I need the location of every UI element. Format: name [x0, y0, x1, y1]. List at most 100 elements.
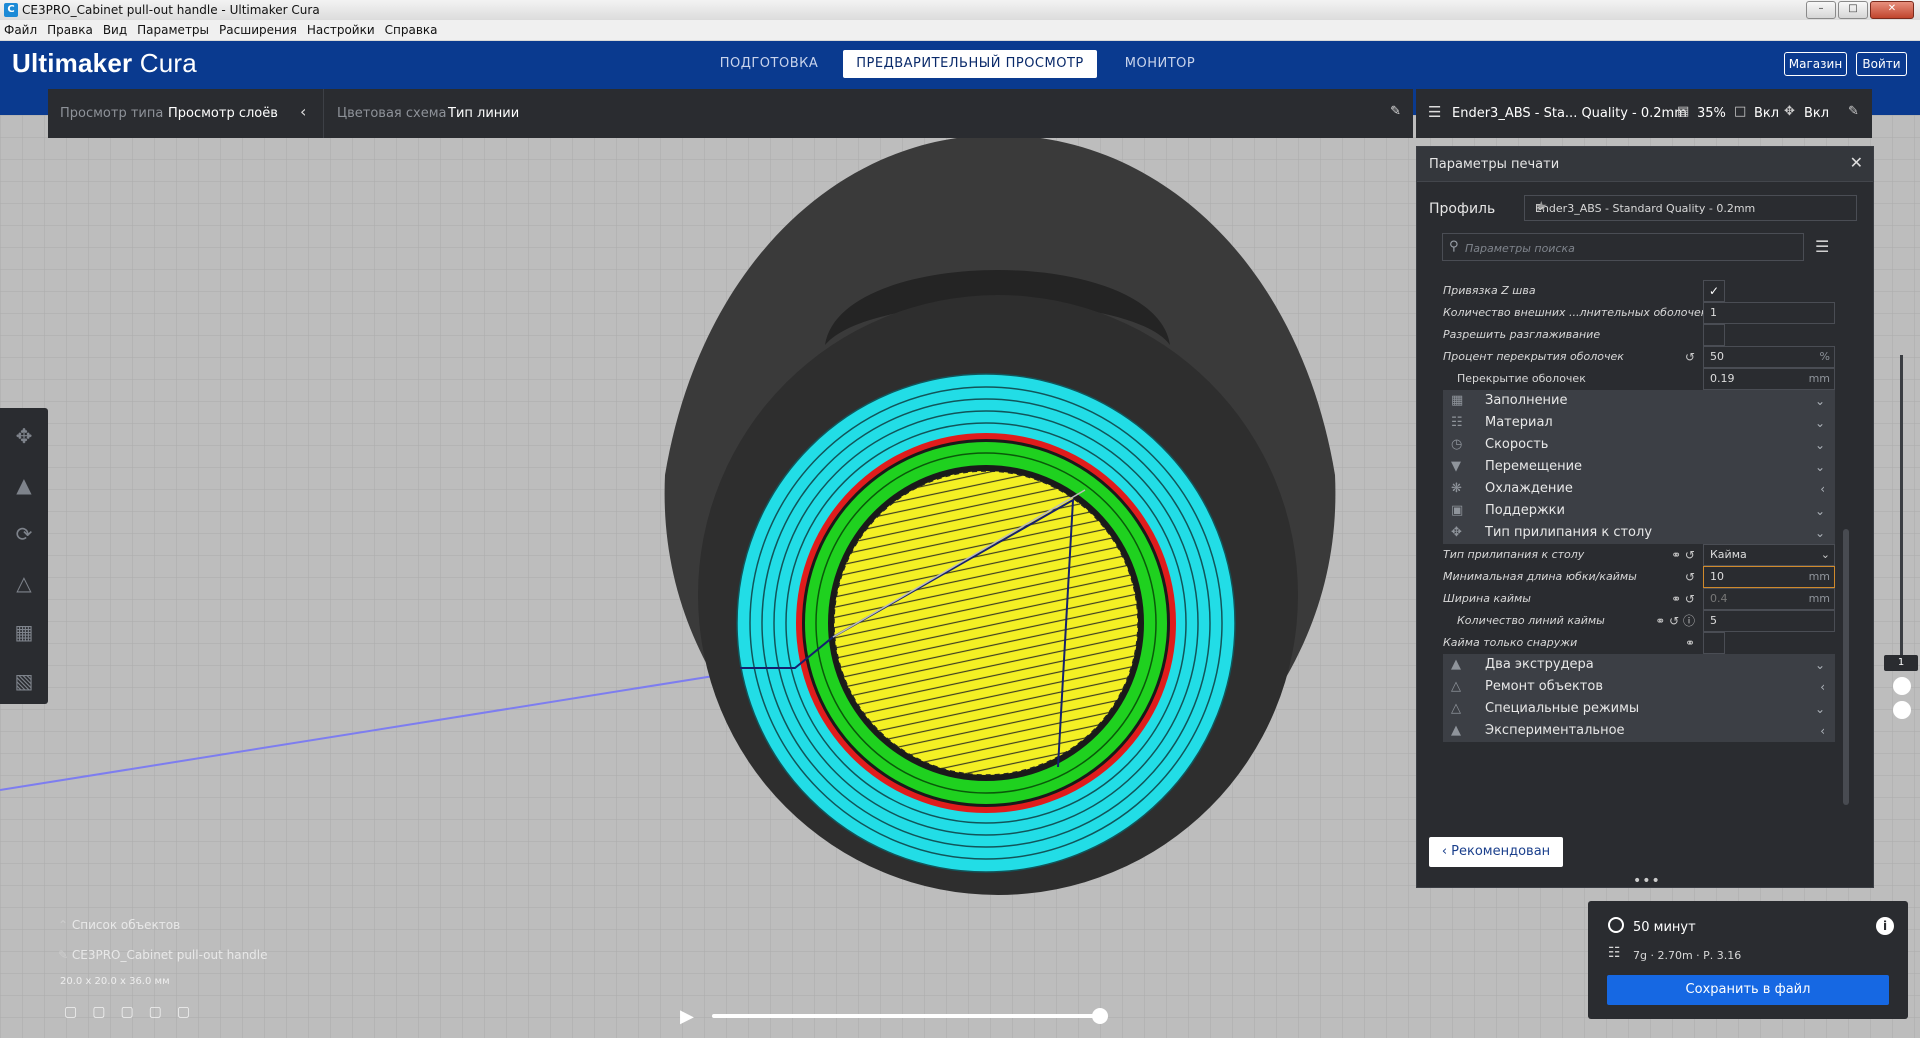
search-icon: ⚲	[1449, 239, 1459, 254]
simulation-track[interactable]	[712, 1014, 1100, 1018]
category-travel[interactable]: ▼ Перемещение ⌄	[1443, 456, 1835, 478]
edit-pencil-icon[interactable]: ✎	[1848, 104, 1859, 119]
link-reset-icons[interactable]: ⚭ ↺	[1635, 588, 1695, 610]
per-model-settings-icon[interactable]: ▦	[11, 619, 37, 645]
minimize-icon[interactable]: –	[1806, 1, 1836, 19]
skin-overlap-percent-field[interactable]: 50%	[1703, 346, 1835, 368]
menu-extensions[interactable]: Расширения	[219, 23, 297, 37]
adhesion-type-select[interactable]: Кайма ⌄	[1703, 544, 1835, 566]
support-blocker-icon[interactable]: ▧	[11, 668, 37, 694]
signin-button[interactable]: Войти	[1856, 52, 1907, 76]
pencil-icon: ✎	[58, 948, 69, 962]
category-speed[interactable]: ◷ Скорость ⌄	[1443, 434, 1835, 456]
mirror-tool-icon[interactable]: △	[11, 570, 37, 596]
infill-icon: ▤	[1677, 104, 1690, 119]
speed-icon: ◷	[1451, 437, 1463, 452]
brim-line-count-field[interactable]: 5	[1703, 610, 1835, 632]
maximize-icon[interactable]: □	[1838, 1, 1868, 19]
link-reset-info-icons[interactable]: ⚭ ↺ ⓘ	[1635, 610, 1695, 632]
settings-visibility-menu-icon[interactable]: ☰	[1815, 237, 1829, 256]
field-value: 50	[1710, 350, 1724, 363]
layer-number-badge[interactable]: 1	[1884, 655, 1918, 671]
window-title-bar: C CE3PRO_Cabinet pull-out handle - Ultim…	[0, 0, 1920, 21]
category-dual-extrusion[interactable]: ▲ Два экструдера ⌄	[1443, 654, 1835, 676]
chevron-down-icon: ⌄	[1814, 460, 1825, 474]
scale-tool-icon[interactable]: ▲	[11, 472, 37, 498]
menu-edit[interactable]: Правка	[47, 23, 93, 37]
brim-width-field[interactable]: 0.4 mm	[1703, 588, 1835, 610]
logo-brand: Ultimaker	[12, 48, 133, 78]
settings-search-input[interactable]: ⚲ Параметры поиска	[1442, 233, 1804, 261]
menu-file[interactable]: Файл	[4, 23, 37, 37]
chevron-down-icon: ⌄	[1814, 438, 1825, 452]
menu-preferences[interactable]: Настройки	[307, 23, 375, 37]
marketplace-button[interactable]: Магазин	[1784, 52, 1847, 76]
settings-scrollbar[interactable]	[1843, 529, 1849, 805]
menu-help[interactable]: Справка	[385, 23, 438, 37]
setting-label: Привязка Z шва	[1443, 284, 1536, 297]
category-infill[interactable]: ▦ Заполнение ⌄	[1443, 390, 1835, 412]
camera-view-icons[interactable]: ▢▢▢▢▢	[64, 1004, 264, 1020]
chevron-down-icon: ⌄	[1814, 504, 1825, 518]
window-controls: – □ ✕	[1806, 1, 1914, 19]
pencil-icon[interactable]: ✎	[1390, 104, 1401, 119]
close-icon[interactable]: ✕	[1870, 1, 1914, 19]
stage-monitor[interactable]: МОНИТОР	[1112, 50, 1208, 78]
reset-icon[interactable]: ↺	[1635, 346, 1695, 368]
recommended-mode-button[interactable]: ‹ Рекомендован	[1429, 837, 1563, 867]
category-label: Перемещение	[1485, 459, 1583, 474]
category-special-modes[interactable]: △ Специальные режимы ⌄	[1443, 698, 1835, 720]
category-mesh-fixes[interactable]: △ Ремонт объектов ‹	[1443, 676, 1835, 698]
skin-overlap-field[interactable]: 0.19 mm	[1703, 368, 1835, 390]
object-list-header[interactable]: ⌃ Список объектов	[58, 918, 358, 932]
object-item[interactable]: ✎ CE3PRO_Cabinet pull-out handle	[58, 948, 378, 962]
stage-preview[interactable]: ПРЕДВАРИТЕЛЬНЫЙ ПРОСМОТР	[843, 50, 1097, 78]
view-type-toolbar: Просмотр типа Просмотр слоёв ‹ Цветовая …	[48, 89, 1413, 138]
info-icon[interactable]: i	[1876, 917, 1894, 935]
field-value: 10	[1710, 570, 1724, 583]
rotate-tool-icon[interactable]: ⟳	[11, 521, 37, 547]
cooling-icon: ❋	[1451, 481, 1462, 496]
category-material[interactable]: ☷ Материал ⌄	[1443, 412, 1835, 434]
link-reset-icons[interactable]: ⚭ ↺	[1635, 544, 1695, 566]
close-panel-icon[interactable]: ✕	[1850, 153, 1863, 172]
reset-icon[interactable]: ↺	[1635, 566, 1695, 588]
layer-slider[interactable]: 1	[1884, 355, 1918, 735]
toolbar-divider	[323, 89, 324, 138]
simulation-handle[interactable]	[1092, 1008, 1108, 1024]
recommended-label: Рекомендован	[1451, 844, 1551, 859]
chevron-left-icon[interactable]: ‹	[300, 102, 306, 121]
brim-outside-only-checkbox[interactable]	[1703, 632, 1725, 654]
skirt-brim-min-length-field[interactable]: 10 mm	[1703, 566, 1835, 588]
chevron-left-icon: ‹	[1820, 680, 1825, 694]
layer-slider-handle-top[interactable]	[1893, 677, 1911, 695]
play-icon[interactable]: ▶	[680, 1006, 694, 1027]
object-dimensions: 20.0 x 20.0 x 36.0 мм	[60, 976, 170, 987]
ironing-checkbox[interactable]	[1703, 324, 1725, 346]
profile-select[interactable]: Ender3_ABS - Standard Quality - 0.2mm ★ …	[1524, 195, 1857, 221]
field-value: 0.19	[1710, 372, 1735, 385]
field-value: 5	[1710, 614, 1717, 627]
panel-resize-grip[interactable]: •••	[1633, 873, 1661, 889]
category-adhesion[interactable]: ✥ Тип прилипания к столу ⌄	[1443, 522, 1835, 544]
z-seam-checkbox[interactable]: ✓	[1703, 280, 1725, 302]
link-icon[interactable]: ⚭	[1635, 632, 1695, 654]
menu-view[interactable]: Вид	[103, 23, 127, 37]
view-type-dropdown[interactable]: Просмотр слоёв	[168, 106, 278, 121]
color-scheme-dropdown[interactable]: Тип линии	[448, 106, 519, 121]
print-settings-header[interactable]: ☰ Ender3_ABS - Sta... Quality - 0.2mm ▤ …	[1416, 89, 1872, 138]
simulation-playbar: ▶	[680, 1004, 1110, 1028]
extra-skin-walls-field[interactable]: 1	[1703, 302, 1835, 324]
object-name: CE3PRO_Cabinet pull-out handle	[71, 948, 268, 962]
support-icon: ▣	[1451, 503, 1464, 518]
category-cooling[interactable]: ❋ Охлаждение ‹	[1443, 478, 1835, 500]
layer-slider-handle-bottom[interactable]	[1893, 701, 1911, 719]
menu-settings[interactable]: Параметры	[137, 23, 209, 37]
category-experimental[interactable]: ▲ Экспериментальное ‹	[1443, 720, 1835, 742]
category-support[interactable]: ▣ Поддержки ⌄	[1443, 500, 1835, 522]
stage-prepare[interactable]: ПОДГОТОВКА	[709, 50, 829, 78]
save-to-file-button[interactable]: Сохранить в файл	[1607, 975, 1889, 1005]
profile-summary: Ender3_ABS - Sta... Quality - 0.2mm	[1452, 106, 1687, 121]
field-value: 0.4	[1710, 592, 1728, 605]
move-tool-icon[interactable]: ✥	[11, 423, 37, 449]
